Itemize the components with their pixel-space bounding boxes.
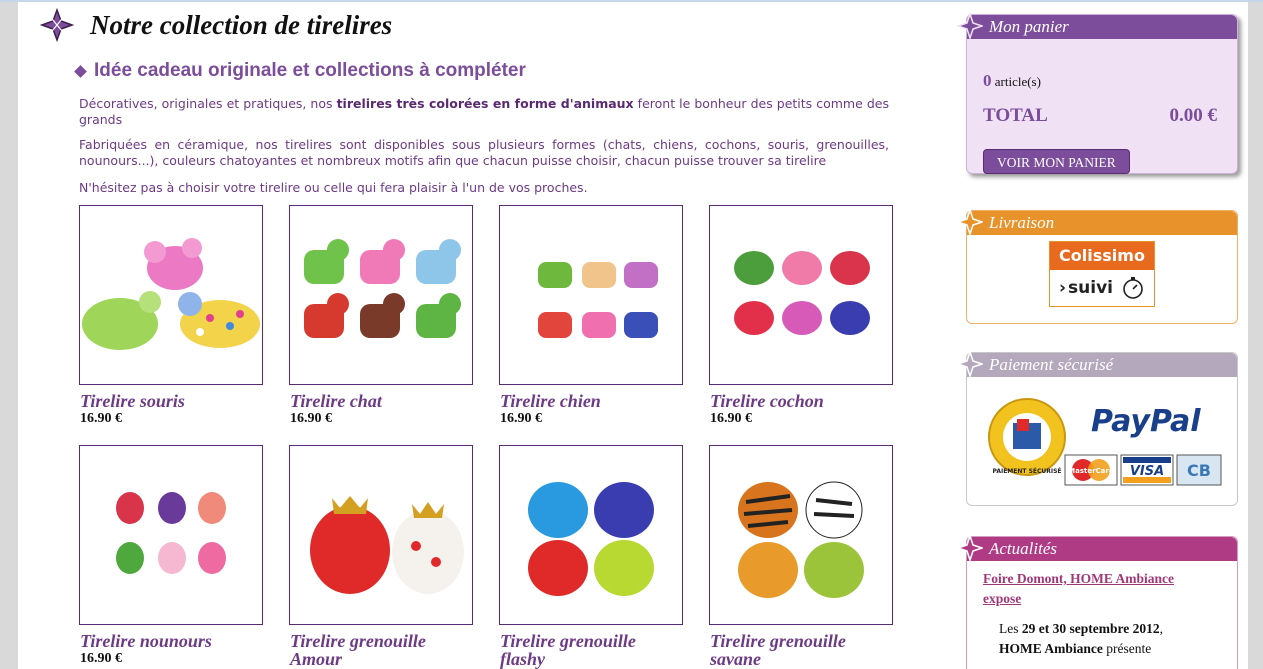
actualites-box: Actualités Foire Domont, HOME Ambiance e… — [957, 535, 1238, 669]
cart-total-label: TOTAL — [983, 105, 1048, 126]
product-image-grenouille-flashy[interactable] — [499, 445, 683, 625]
paiement-header: Paiement sécurisé — [957, 351, 1237, 377]
colissimo-logo-bottom: › suivi — [1050, 270, 1154, 306]
product-image-souris[interactable] — [79, 205, 263, 385]
paiement-title: Paiement sécurisé — [989, 355, 1114, 374]
page: Notre collection de tirelires Idée cadea… — [18, 2, 1248, 669]
chevron-right-icon: › — [1059, 278, 1067, 298]
section-title: Idée cadeau originale et collections à c… — [74, 60, 526, 82]
news-link[interactable]: Foire Domont, HOME Ambiance expose — [983, 569, 1203, 609]
dog-figurines-image — [538, 262, 658, 338]
product-price: 16.90 € — [710, 411, 752, 426]
teddy-figurines-image — [116, 492, 226, 574]
intro-paragraph-3: N'hésitez pas à choisir votre tirelire o… — [79, 180, 588, 195]
paypal-logo-text: PayPal — [1091, 404, 1201, 439]
product-price: 16.90 € — [80, 651, 122, 666]
product-name[interactable]: Tirelire chat — [290, 392, 475, 410]
product-card-chien[interactable]: Tirelire chien 16.90 € — [499, 205, 685, 427]
livraison-box: Livraison Colissimo › suivi — [957, 209, 1238, 324]
payment-logos: PAIEMENT SÉCURISÉ PayPal MasterCard VISA… — [988, 398, 1222, 486]
colissimo-logo: Colissimo › suivi — [1049, 241, 1155, 307]
news-text: Les 29 et 30 septembre 2012, HOME Ambianc… — [999, 619, 1219, 659]
product-price: 16.90 € — [290, 411, 332, 426]
news-text-c: , — [1159, 621, 1163, 636]
decorative-star-icon — [40, 8, 74, 42]
diamond-bullet-icon — [74, 64, 87, 78]
product-name[interactable]: Tirelire souris — [80, 392, 265, 410]
cb-logo-text: CB — [1187, 461, 1211, 480]
cart-box: Mon panier 0 article(s) TOTAL 0.00 € VOI… — [957, 13, 1238, 174]
news-text-date: 29 et 30 septembre 2012 — [1021, 621, 1160, 636]
cart-count-label: article(s) — [994, 74, 1041, 89]
actualites-title: Actualités — [989, 539, 1057, 558]
star-icon — [957, 209, 983, 235]
star-icon — [957, 351, 983, 377]
stopwatch-icon — [1123, 277, 1143, 299]
secure-payment-seal-text: PAIEMENT SÉCURISÉ — [992, 467, 1061, 475]
product-name[interactable]: Tirelire grenouille savane — [710, 632, 895, 668]
view-cart-button[interactable]: VOIR MON PANIER — [983, 149, 1130, 174]
cart-header: Mon panier — [957, 13, 1237, 39]
mastercard-logo-text: MasterCard — [1068, 467, 1114, 475]
product-card-cochon[interactable]: Tirelire cochon 16.90 € — [709, 205, 895, 427]
actualites-header: Actualités — [957, 535, 1237, 561]
livraison-title: Livraison — [989, 213, 1055, 232]
product-card-grenouille-flashy[interactable]: Tirelire grenouille flashy — [499, 445, 685, 668]
intro-p1-bold: tirelires très colorées en forme d'anima… — [336, 96, 634, 111]
product-name[interactable]: Tirelire chien — [500, 392, 685, 410]
news-text-a: Les — [999, 621, 1022, 636]
page-title-wrap: Notre collection de tirelires — [40, 8, 392, 42]
intro-paragraph-1: Décoratives, originales et pratiques, no… — [79, 96, 889, 128]
product-card-chat[interactable]: Tirelire chat 16.90 € — [289, 205, 475, 427]
product-name[interactable]: Tirelire grenouille flashy — [500, 632, 685, 668]
intro-paragraph-2: Fabriquées en céramique, nos tirelires s… — [79, 137, 889, 168]
product-name[interactable]: Tirelire cochon — [710, 392, 895, 410]
product-name[interactable]: Tirelire nounours — [80, 632, 265, 650]
colissimo-logo-top: Colissimo — [1050, 242, 1154, 270]
frog-amour-figurines-image — [310, 496, 464, 594]
livraison-header: Livraison — [957, 209, 1237, 235]
paiement-box: Paiement sécurisé PAIEMENT SÉCURISÉ PayP… — [957, 351, 1238, 506]
page-title: Notre collection de tirelires — [90, 9, 393, 40]
frog-savane-figurines-image — [738, 481, 864, 598]
colissimo-suivi-text: suivi — [1068, 278, 1113, 298]
cart-count: 0 article(s) — [983, 71, 1041, 91]
cat-figurines-image — [304, 239, 461, 338]
frog-flashy-figurines-image — [528, 482, 654, 596]
product-image-nounours[interactable] — [79, 445, 263, 625]
product-card-grenouille-savane[interactable]: Tirelire grenouille savane — [709, 445, 895, 668]
product-image-grenouille-amour[interactable] — [289, 445, 473, 625]
main-content: Notre collection de tirelires Idée cadea… — [18, 2, 938, 669]
cart-total-value: 0.00 € — [1169, 105, 1218, 126]
product-price: 16.90 € — [80, 411, 122, 426]
mouse-figurines-image — [82, 238, 260, 350]
news-text-e: présente — [1102, 641, 1152, 656]
intro-p1-a: Décoratives, originales et pratiques, no… — [79, 96, 337, 111]
product-name[interactable]: Tirelire grenouille Amour — [290, 632, 475, 668]
sidebar: Mon panier 0 article(s) TOTAL 0.00 € VOI… — [957, 2, 1246, 669]
visa-logo-text: VISA — [1130, 464, 1164, 479]
product-price: 16.90 € — [500, 411, 542, 426]
star-icon — [957, 535, 983, 561]
product-image-chien[interactable] — [499, 205, 683, 385]
pig-figurines-image — [734, 251, 870, 335]
news-text-brand: HOME Ambiance — [999, 641, 1103, 656]
product-image-chat[interactable] — [289, 205, 473, 385]
product-card-souris[interactable]: Tirelire souris 16.90 € — [79, 205, 265, 427]
product-card-grenouille-amour[interactable]: Tirelire grenouille Amour — [289, 445, 475, 668]
product-card-nounours[interactable]: Tirelire nounours 16.90 € — [79, 445, 265, 667]
product-image-grenouille-savane[interactable] — [709, 445, 893, 625]
cart-count-number: 0 — [983, 71, 992, 90]
star-icon — [957, 13, 983, 39]
product-image-cochon[interactable] — [709, 205, 893, 385]
section-title-text: Idée cadeau originale et collections à c… — [94, 60, 526, 81]
cart-title: Mon panier — [989, 17, 1069, 36]
